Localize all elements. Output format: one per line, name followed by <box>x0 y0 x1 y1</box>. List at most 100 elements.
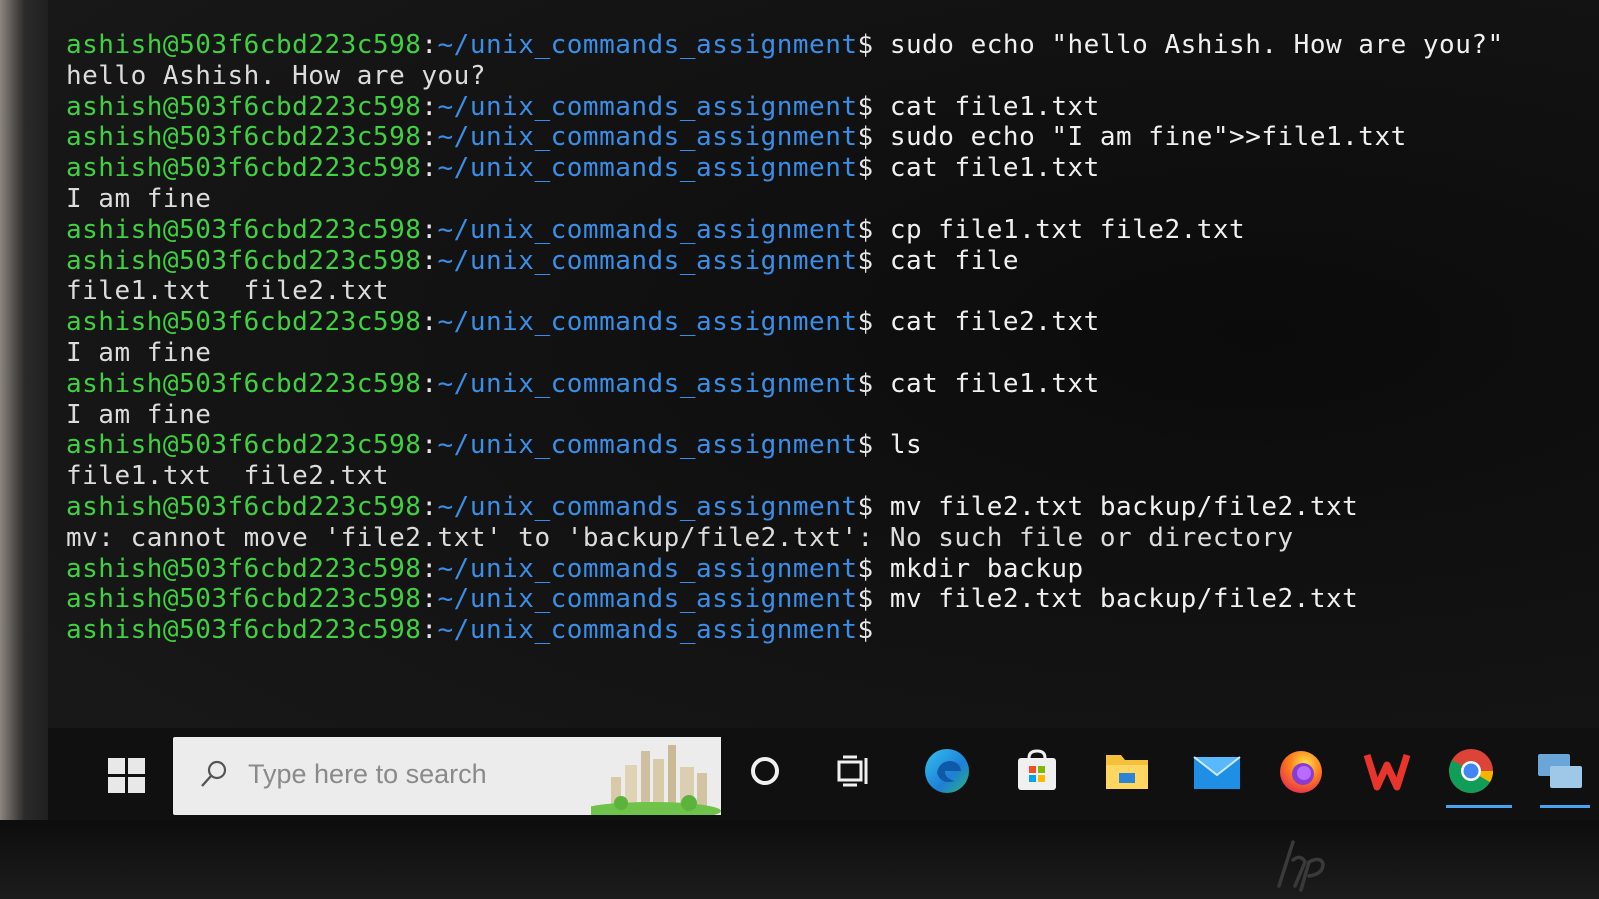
network-icon[interactable] <box>1532 744 1590 808</box>
store-icon[interactable] <box>1010 744 1064 798</box>
terminal-prompt-line: ashish@503f6cbd223c598:~/unix_commands_a… <box>66 615 1586 646</box>
prompt-user-host: ashish@503f6cbd223c598 <box>66 430 422 461</box>
output-text: I am fine <box>66 183 212 214</box>
prompt-separator: : <box>421 368 438 399</box>
wps-office-icon[interactable] <box>1360 744 1414 798</box>
prompt-path: ~/unix_commands_assignment <box>437 245 858 276</box>
output-text: hello Ashish. How are you? <box>66 60 486 91</box>
output-text: I am fine <box>66 337 212 368</box>
terminal-prompt-line: ashish@503f6cbd223c598:~/unix_commands_a… <box>66 584 1586 615</box>
prompt-symbol: $ <box>857 214 874 245</box>
task-view-icon[interactable] <box>826 744 880 798</box>
prompt-symbol: $ <box>857 368 874 399</box>
command-text: cat file1.txt <box>873 368 1100 399</box>
prompt-separator: : <box>421 553 438 584</box>
command-text: cat file1.txt <box>873 91 1100 122</box>
prompt-separator: : <box>421 245 438 276</box>
prompt-symbol: $ <box>857 584 874 615</box>
command-text: mv file2.txt backup/file2.txt <box>873 584 1359 615</box>
terminal-output-line: file1.txt file2.txt <box>66 461 1586 492</box>
search-icon <box>201 760 227 787</box>
prompt-user-host: ashish@503f6cbd223c598 <box>66 91 422 122</box>
prompt-path: ~/unix_commands_assignment <box>437 584 858 615</box>
output-text: I am fine <box>66 399 212 430</box>
command-text: ls <box>873 430 923 461</box>
prompt-symbol: $ <box>857 91 874 122</box>
output-text: mv: cannot move 'file2.txt' to 'backup/f… <box>66 522 1294 553</box>
prompt-symbol: $ <box>857 245 874 276</box>
prompt-separator: : <box>421 91 438 122</box>
prompt-separator: : <box>421 307 438 338</box>
command-text: sudo echo "hello Ashish. How are you?" <box>873 30 1504 60</box>
firefox-icon[interactable] <box>1274 744 1328 798</box>
prompt-path: ~/unix_commands_assignment <box>437 91 858 122</box>
terminal-prompt-line: ashish@503f6cbd223c598:~/unix_commands_a… <box>66 554 1586 585</box>
command-text: cp file1.txt file2.txt <box>873 214 1246 245</box>
prompt-separator: : <box>421 491 438 522</box>
taskbar-search-box[interactable]: Type here to search <box>173 737 721 815</box>
prompt-symbol: $ <box>857 153 874 184</box>
prompt-symbol: $ <box>857 430 874 461</box>
terminal-output-line: file1.txt file2.txt <box>66 276 1586 307</box>
edge-icon[interactable] <box>920 744 974 798</box>
prompt-symbol: $ <box>857 307 874 338</box>
terminal-window[interactable]: ashish@503f6cbd223c598:~/unix_commands_a… <box>66 30 1586 720</box>
prompt-user-host: ashish@503f6cbd223c598 <box>66 122 422 153</box>
prompt-path: ~/unix_commands_assignment <box>437 491 858 522</box>
prompt-separator: : <box>421 153 438 184</box>
command-text: mv file2.txt backup/file2.txt <box>873 491 1359 522</box>
prompt-path: ~/unix_commands_assignment <box>437 615 858 646</box>
cortana-icon[interactable] <box>738 744 792 798</box>
prompt-separator: : <box>421 584 438 615</box>
active-app-indicator-2 <box>1540 805 1590 808</box>
prompt-user-host: ashish@503f6cbd223c598 <box>66 584 422 615</box>
prompt-path: ~/unix_commands_assignment <box>437 368 858 399</box>
prompt-symbol: $ <box>857 30 874 60</box>
windows-start-icon[interactable] <box>108 758 146 794</box>
taskbar: Type here to search <box>48 728 1599 820</box>
prompt-user-host: ashish@503f6cbd223c598 <box>66 245 422 276</box>
prompt-path: ~/unix_commands_assignment <box>437 122 858 153</box>
prompt-user-host: ashish@503f6cbd223c598 <box>66 307 422 338</box>
prompt-user-host: ashish@503f6cbd223c598 <box>66 491 422 522</box>
chrome-icon[interactable] <box>1444 744 1512 808</box>
terminal-prompt-line: ashish@503f6cbd223c598:~/unix_commands_a… <box>66 246 1586 277</box>
search-placeholder: Type here to search <box>248 759 487 789</box>
terminal-prompt-line: ashish@503f6cbd223c598:~/unix_commands_a… <box>66 30 1586 61</box>
command-text: sudo echo "I am fine">>file1.txt <box>873 122 1407 153</box>
prompt-path: ~/unix_commands_assignment <box>437 307 858 338</box>
terminal-output-line: I am fine <box>66 400 1586 431</box>
terminal-prompt-line: ashish@503f6cbd223c598:~/unix_commands_a… <box>66 122 1586 153</box>
prompt-separator: : <box>421 430 438 461</box>
prompt-path: ~/unix_commands_assignment <box>437 30 858 60</box>
terminal-prompt-line: ashish@503f6cbd223c598:~/unix_commands_a… <box>66 153 1586 184</box>
file-explorer-icon[interactable] <box>1100 744 1154 798</box>
prompt-path: ~/unix_commands_assignment <box>437 214 858 245</box>
terminal-output-line: I am fine <box>66 184 1586 215</box>
terminal-prompt-line: ashish@503f6cbd223c598:~/unix_commands_a… <box>66 307 1586 338</box>
prompt-path: ~/unix_commands_assignment <box>437 553 858 584</box>
prompt-user-host: ashish@503f6cbd223c598 <box>66 553 422 584</box>
hp-logo <box>1277 840 1325 892</box>
terminal-output-line: I am fine <box>66 338 1586 369</box>
terminal-prompt-line: ashish@503f6cbd223c598:~/unix_commands_a… <box>66 430 1586 461</box>
output-text: file1.txt file2.txt <box>66 276 390 307</box>
prompt-symbol: $ <box>857 553 874 584</box>
prompt-user-host: ashish@503f6cbd223c598 <box>66 615 422 646</box>
command-text: mkdir backup <box>873 553 1084 584</box>
mail-icon[interactable] <box>1190 744 1244 798</box>
prompt-symbol: $ <box>857 122 874 153</box>
prompt-path: ~/unix_commands_assignment <box>437 153 858 184</box>
prompt-user-host: ashish@503f6cbd223c598 <box>66 153 422 184</box>
terminal-output-line: mv: cannot move 'file2.txt' to 'backup/f… <box>66 523 1586 554</box>
prompt-separator: : <box>421 122 438 153</box>
search-skyline-illustration <box>591 737 721 815</box>
prompt-separator: : <box>421 30 438 60</box>
prompt-user-host: ashish@503f6cbd223c598 <box>66 368 422 399</box>
command-text: cat file1.txt <box>873 153 1100 184</box>
prompt-path: ~/unix_commands_assignment <box>437 430 858 461</box>
command-text: cat file <box>873 245 1020 276</box>
command-text: cat file2.txt <box>873 307 1100 338</box>
screen: ashish@503f6cbd223c598:~/unix_commands_a… <box>48 0 1599 835</box>
prompt-symbol: $ <box>857 615 874 646</box>
